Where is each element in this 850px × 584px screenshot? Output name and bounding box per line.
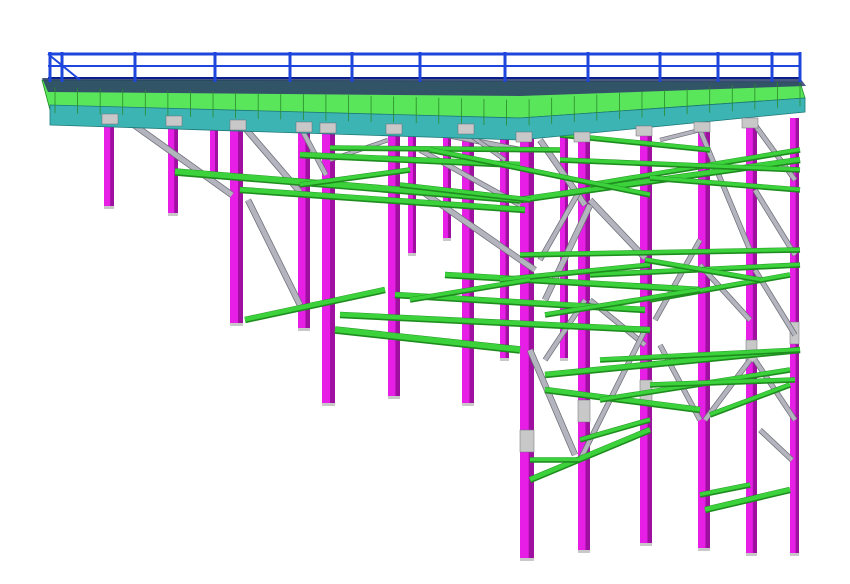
column-cap-plate (101, 113, 119, 125)
column-shade (395, 125, 400, 398)
column-base-plate (790, 553, 799, 556)
column-shade (238, 125, 243, 325)
splice-plate (577, 399, 591, 423)
steel-structure-3d-model (41, 52, 806, 561)
beam-face (544, 387, 701, 412)
diagonal-brace-face (527, 349, 578, 456)
column-cap-plate (457, 123, 475, 135)
column-cap-plate (635, 125, 653, 137)
diagonal-brace-face (758, 428, 794, 462)
column-shade (447, 125, 451, 240)
column-cap-plate (295, 121, 313, 133)
diagonal-brace-face (588, 198, 647, 260)
column-base-plate (520, 558, 534, 561)
column-cap-plate (319, 122, 337, 134)
column-shade (585, 138, 590, 552)
column-base-plate (298, 328, 310, 331)
column-cap-plate (385, 123, 403, 135)
column-cap-plate (693, 121, 711, 133)
column-base-plate (698, 548, 710, 551)
diagonal-brace-face (245, 198, 303, 307)
column-base-plate (388, 396, 400, 399)
column-cap-plate (741, 117, 759, 129)
railing-group (47, 52, 802, 82)
column-cap-plate (165, 115, 183, 127)
column-shade (110, 118, 114, 208)
column-base-plate (230, 323, 243, 326)
column-base-plate (560, 358, 568, 361)
beam-face (339, 312, 651, 332)
column-cap-plate (229, 119, 247, 131)
column-shade (705, 125, 710, 550)
beam-face (329, 145, 561, 152)
beam-face (334, 326, 521, 353)
column-base-plate (640, 543, 652, 546)
column-base-plate (322, 403, 335, 406)
column-shade (647, 128, 652, 545)
column-base-plate (443, 238, 451, 241)
column-shade (214, 125, 218, 175)
column-cap-plate (515, 131, 533, 143)
column-shade (330, 125, 335, 405)
column-base-plate (408, 253, 416, 256)
diagonal-brace-face (753, 188, 797, 257)
column-cap-plate (573, 131, 591, 143)
column-shade (469, 125, 474, 405)
column-base-plate (746, 553, 757, 556)
column-base-plate (578, 550, 590, 553)
column-base-plate (168, 213, 178, 216)
column-base-plate (462, 403, 474, 406)
column-shade (174, 118, 178, 215)
splice-plate (519, 429, 535, 453)
column-base-plate (500, 358, 509, 361)
column-base-plate (104, 206, 114, 209)
model-viewport[interactable] (0, 0, 850, 584)
